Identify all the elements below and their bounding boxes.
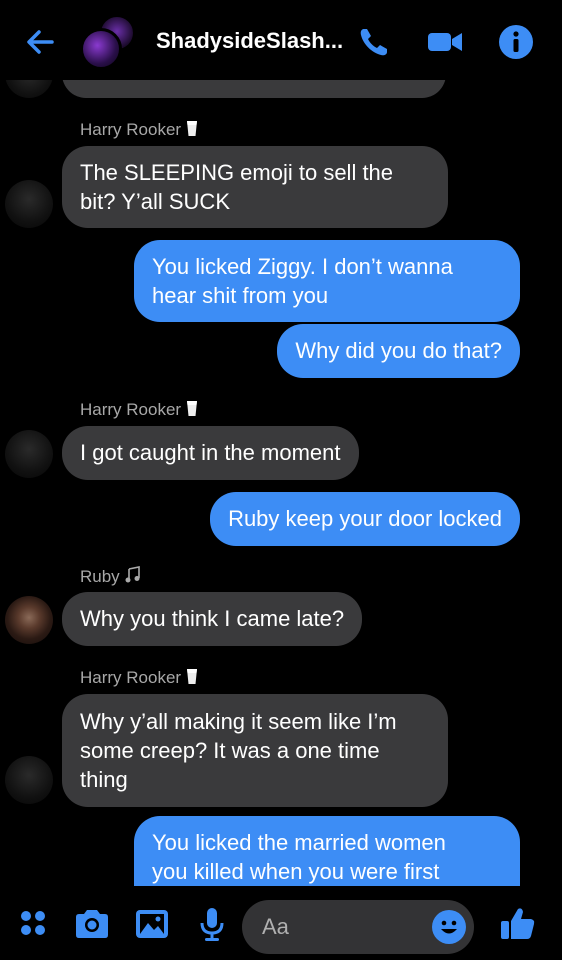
sender-name: Harry Rooker (80, 668, 198, 690)
chat-header: ShadysideSlash... (0, 0, 562, 80)
milk-glass-icon (186, 668, 198, 690)
back-arrow-icon[interactable] (22, 24, 58, 60)
sender-name: Harry Rooker (80, 400, 198, 422)
avatar-harry-rooker[interactable] (5, 756, 53, 804)
chat-title[interactable]: ShadysideSlash... (156, 28, 343, 54)
outgoing-message[interactable]: You licked Ziggy. I don’t wanna hear shi… (134, 240, 520, 322)
menu-dots-icon[interactable] (14, 904, 54, 944)
avatar-ruby[interactable] (5, 596, 53, 644)
video-call-icon[interactable] (425, 22, 465, 62)
sender-name: Harry Rooker (80, 120, 198, 142)
camera-icon[interactable] (72, 904, 112, 944)
milk-glass-icon (186, 120, 198, 142)
music-notes-icon (124, 566, 142, 589)
outgoing-message[interactable]: You licked the married women you killed … (134, 816, 520, 886)
incoming-message[interactable]: The SLEEPING emoji to sell the bit? Y’al… (62, 146, 448, 228)
microphone-icon[interactable] (192, 904, 232, 944)
gallery-icon[interactable] (132, 904, 172, 944)
incoming-message[interactable]: I got caught in the moment (62, 426, 359, 480)
message-input-placeholder: Aa (262, 914, 289, 939)
outgoing-message[interactable]: Ruby keep your door locked (210, 492, 520, 546)
message-list[interactable]: Harry Rooker The SLEEPING emoji to sell … (0, 0, 562, 886)
incoming-message[interactable]: Why you think I came late? (62, 592, 363, 646)
group-avatar[interactable] (80, 14, 136, 70)
phone-icon[interactable] (354, 22, 394, 62)
sender-name: Ruby (80, 566, 142, 589)
incoming-message[interactable]: Why y’all making it seem like I’m some c… (62, 694, 448, 807)
avatar-harry-rooker[interactable] (5, 430, 53, 478)
group-avatar-image (80, 28, 122, 70)
composer-bar: Aa (0, 886, 562, 960)
emoji-icon[interactable] (432, 910, 466, 944)
info-icon[interactable] (496, 22, 536, 62)
outgoing-message[interactable]: Why did you do that? (277, 324, 520, 378)
avatar-harry-rooker[interactable] (5, 180, 53, 228)
message-input[interactable]: Aa (242, 900, 474, 954)
milk-glass-icon (186, 400, 198, 422)
thumbs-up-icon[interactable] (498, 904, 538, 944)
